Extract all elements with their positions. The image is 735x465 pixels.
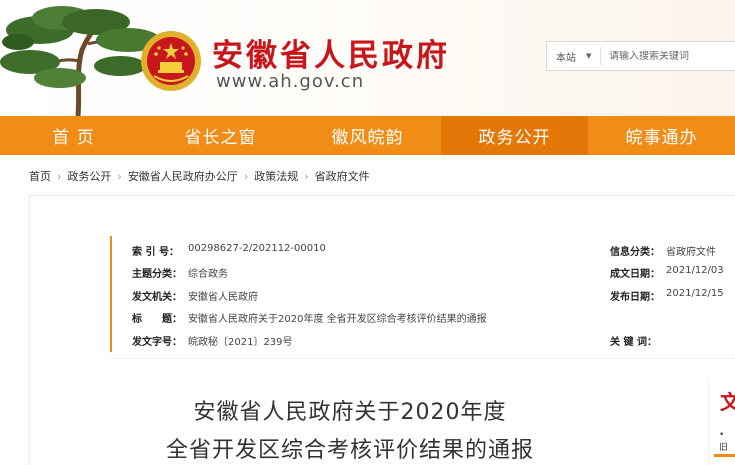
meta-title-label: 标 题： [132,314,182,325]
search-input[interactable] [601,50,731,62]
meta-docno-label: 发文字号： [132,337,182,348]
breadcrumb-item-policies[interactable]: 政策法规 [254,168,298,184]
document-title-line-1: 安徽省人民政府关于2020年度 [193,400,507,425]
meta-topic-label: 主题分类： [132,269,182,280]
meta-keywords-label: 关 键 词： [610,337,657,348]
meta-index-label: 索 引 号： [132,247,179,258]
search-box: 本站 ▼ [546,41,735,71]
meta-info-category: 信息分类： 省政府文件 [610,243,716,258]
meta-issuer: 发文机关： 安徽省人民政府 [132,288,258,303]
site-url[interactable]: www.ah.gov.cn [216,71,364,92]
meta-keywords: 关 键 词： [610,333,666,348]
breadcrumb-item-home[interactable]: 首页 [29,168,51,184]
site-title[interactable]: 安徽省人民政府 [212,30,450,75]
breadcrumb-item-general-office[interactable]: 安徽省人民政府办公厅 [128,168,238,184]
breadcrumb-separator-icon: › [243,169,249,183]
side-panel-heading: 文 [720,390,735,414]
meta-title-value: 安徽省人民政府关于2020年度 全省开发区综合考核评价结果的通报 [188,314,487,325]
nav-item-anhui-culture[interactable]: 徽风皖韵 [294,116,441,155]
side-panel-accent [714,454,735,457]
meta-topic-value: 综合政务 [188,269,228,280]
search-scope-select[interactable]: 本站 ▼ [547,47,601,65]
meta-docno-value: 皖政秘〔2021〕239号 [188,337,293,348]
meta-created-date: 成文日期： 2021/12/03 [610,265,724,280]
meta-issuer-label: 发文机关： [132,292,182,303]
nav-item-governor-window[interactable]: 省长之窗 [147,116,294,155]
meta-title: 标 题： 安徽省人民政府关于2020年度 全省开发区综合考核评价结果的通报 [132,310,487,325]
meta-docno: 发文字号： 皖政秘〔2021〕239号 [132,333,293,348]
breadcrumb-separator-icon: › [117,169,122,183]
meta-issuer-value: 安徽省人民政府 [188,292,258,303]
nav-item-government-affairs[interactable]: 政务公开 [441,116,588,155]
meta-published-date-label: 发布日期： [610,292,660,303]
site-header: 安徽省人民政府 www.ah.gov.cn 本站 ▼ [0,0,735,116]
meta-created-date-label: 成文日期： [610,269,660,280]
main-nav: 首 页 省长之窗 徽风皖韵 政务公开 皖事通办 [0,116,735,155]
national-emblem-icon [141,31,201,91]
breadcrumb-separator-icon: › [57,169,62,183]
meta-topic: 主题分类： 综合政务 [132,265,228,280]
page: 安徽省人民政府 www.ah.gov.cn 本站 ▼ 首 页 省长之窗 徽风皖韵… [0,0,735,465]
breadcrumb: 首页 › 政务公开 › 安徽省人民政府办公厅 › 政策法规 › 省政府文件 [29,168,370,184]
breadcrumb-item-government-affairs[interactable]: 政务公开 [67,168,111,184]
chevron-down-icon: ▼ [586,52,592,60]
document-title-line-2: 全省开发区综合考核评价结果的通报 [165,438,534,463]
meta-created-date-value: 2021/12/03 [666,265,724,276]
nav-item-home[interactable]: 首 页 [0,116,147,155]
meta-info-category-value: 省政府文件 [666,247,716,258]
divider [110,358,735,359]
breadcrumb-item-provincial-documents[interactable]: 省政府文件 [315,168,370,184]
meta-published-date: 发布日期： 2021/12/15 [610,288,724,303]
meta-index: 索 引 号： 00298627-2/202112-00010 [132,243,326,258]
meta-index-value: 00298627-2/202112-00010 [188,243,326,254]
nav-item-anhui-services[interactable]: 皖事通办 [588,116,735,155]
side-panel-item[interactable]: • 旧 [719,430,735,453]
breadcrumb-separator-icon: › [304,169,309,183]
meta-published-date-value: 2021/12/15 [666,288,724,299]
meta-info-category-label: 信息分类： [610,247,660,258]
search-scope-label: 本站 [556,52,576,64]
